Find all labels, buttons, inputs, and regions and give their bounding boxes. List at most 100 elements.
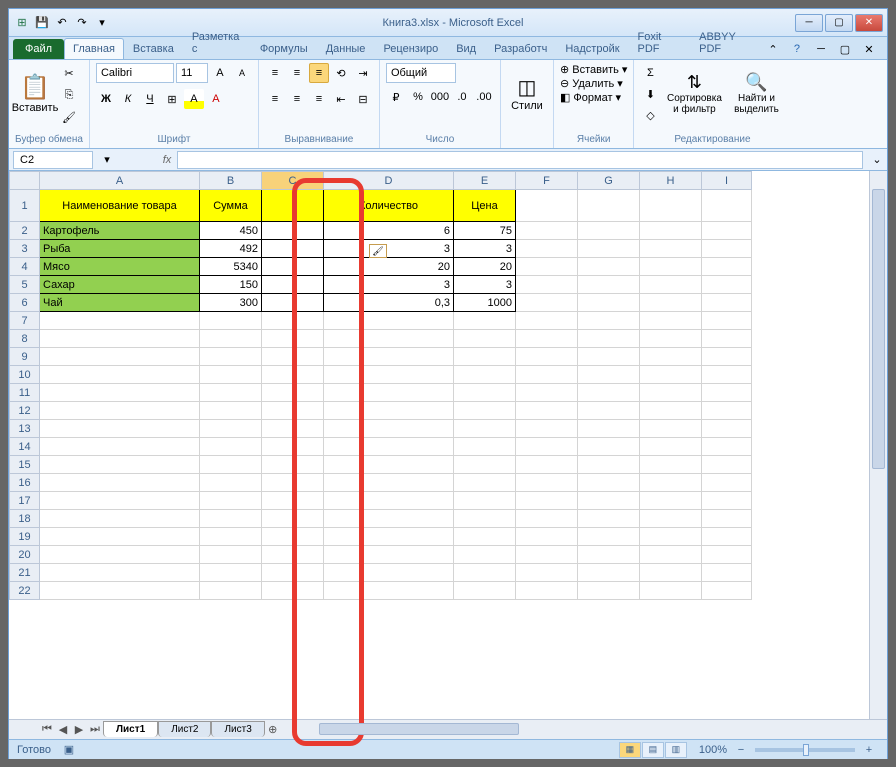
minimize-button[interactable]: ─ <box>795 14 823 32</box>
doc-restore-icon[interactable]: ▢ <box>835 39 855 59</box>
save-button[interactable]: 💾 <box>33 14 51 32</box>
cell-D3[interactable]: 3 <box>324 240 454 258</box>
row-header-9[interactable]: 9 <box>10 348 40 366</box>
cell-G20[interactable] <box>578 546 640 564</box>
clear-button[interactable]: ◇ <box>640 105 660 125</box>
cell-B4[interactable]: 5340 <box>200 258 262 276</box>
cell-H19[interactable] <box>640 528 702 546</box>
cell-C11[interactable] <box>262 384 324 402</box>
align-bottom-button[interactable]: ≡ <box>309 63 329 83</box>
cell-F1[interactable] <box>516 190 578 222</box>
cell-F21[interactable] <box>516 564 578 582</box>
cell-F20[interactable] <box>516 546 578 564</box>
cell-H14[interactable] <box>640 438 702 456</box>
cell-G13[interactable] <box>578 420 640 438</box>
cell-A13[interactable] <box>40 420 200 438</box>
tab-review[interactable]: Рецензиро <box>374 38 447 59</box>
formula-input[interactable] <box>177 151 863 169</box>
fill-color-button[interactable]: A <box>184 89 204 109</box>
view-pagebreak-button[interactable]: ▥ <box>665 742 687 758</box>
cell-I16[interactable] <box>702 474 752 492</box>
cell-I20[interactable] <box>702 546 752 564</box>
cell-C8[interactable] <box>262 330 324 348</box>
cell-B9[interactable] <box>200 348 262 366</box>
font-color-button[interactable]: A <box>206 89 226 109</box>
cell-G4[interactable] <box>578 258 640 276</box>
cell-G17[interactable] <box>578 492 640 510</box>
cell-B17[interactable] <box>200 492 262 510</box>
cell-G7[interactable] <box>578 312 640 330</box>
cell-E21[interactable] <box>454 564 516 582</box>
border-button[interactable]: ⊞ <box>162 89 182 109</box>
cell-F17[interactable] <box>516 492 578 510</box>
cell-H12[interactable] <box>640 402 702 420</box>
cell-D7[interactable] <box>324 312 454 330</box>
sheet-nav-prev[interactable]: ◀ <box>55 722 71 738</box>
cell-H10[interactable] <box>640 366 702 384</box>
cell-C12[interactable] <box>262 402 324 420</box>
cell-E18[interactable] <box>454 510 516 528</box>
cell-E14[interactable] <box>454 438 516 456</box>
name-box[interactable]: C2 <box>13 151 93 169</box>
cell-C20[interactable] <box>262 546 324 564</box>
row-header-12[interactable]: 12 <box>10 402 40 420</box>
bold-button[interactable]: Ж <box>96 89 116 109</box>
cell-H20[interactable] <box>640 546 702 564</box>
cell-D10[interactable] <box>324 366 454 384</box>
cell-E12[interactable] <box>454 402 516 420</box>
cell-C18[interactable] <box>262 510 324 528</box>
cell-A12[interactable] <box>40 402 200 420</box>
font-size-select[interactable]: 11 <box>176 63 208 83</box>
align-middle-button[interactable]: ≡ <box>287 63 307 83</box>
cell-H3[interactable] <box>640 240 702 258</box>
cell-C10[interactable] <box>262 366 324 384</box>
vertical-scrollbar[interactable] <box>869 171 887 719</box>
cell-A6[interactable]: Чай <box>40 294 200 312</box>
cell-D13[interactable] <box>324 420 454 438</box>
cell-C22[interactable] <box>262 582 324 600</box>
cell-A17[interactable] <box>40 492 200 510</box>
row-header-8[interactable]: 8 <box>10 330 40 348</box>
cell-B16[interactable] <box>200 474 262 492</box>
sheet-nav-last[interactable]: ⏭ <box>87 722 103 738</box>
row-header-21[interactable]: 21 <box>10 564 40 582</box>
cell-I17[interactable] <box>702 492 752 510</box>
tab-abbyy[interactable]: ABBYY PDF <box>690 26 763 59</box>
cell-B20[interactable] <box>200 546 262 564</box>
cell-H21[interactable] <box>640 564 702 582</box>
cell-F18[interactable] <box>516 510 578 528</box>
cell-F22[interactable] <box>516 582 578 600</box>
cell-A8[interactable] <box>40 330 200 348</box>
cell-C16[interactable] <box>262 474 324 492</box>
cell-E9[interactable] <box>454 348 516 366</box>
close-button[interactable]: ✕ <box>855 14 883 32</box>
cell-E16[interactable] <box>454 474 516 492</box>
cell-D5[interactable]: 3 <box>324 276 454 294</box>
cell-C17[interactable] <box>262 492 324 510</box>
sheet-tab-1[interactable]: Лист1 <box>103 721 158 737</box>
cell-F11[interactable] <box>516 384 578 402</box>
tab-formulas[interactable]: Формулы <box>251 38 317 59</box>
cell-B11[interactable] <box>200 384 262 402</box>
italic-button[interactable]: К <box>118 89 138 109</box>
cell-A20[interactable] <box>40 546 200 564</box>
cell-C15[interactable] <box>262 456 324 474</box>
cell-I7[interactable] <box>702 312 752 330</box>
cell-F9[interactable] <box>516 348 578 366</box>
cell-I3[interactable] <box>702 240 752 258</box>
row-header-10[interactable]: 10 <box>10 366 40 384</box>
autosum-button[interactable]: Σ <box>640 63 660 83</box>
cell-B19[interactable] <box>200 528 262 546</box>
cell-D21[interactable] <box>324 564 454 582</box>
cell-I9[interactable] <box>702 348 752 366</box>
cell-C7[interactable] <box>262 312 324 330</box>
wrap-text-button[interactable]: ⇥ <box>353 63 373 83</box>
cell-D2[interactable]: 6 <box>324 222 454 240</box>
cell-I2[interactable] <box>702 222 752 240</box>
cell-F6[interactable] <box>516 294 578 312</box>
maximize-button[interactable]: ▢ <box>825 14 853 32</box>
delete-cells-button[interactable]: ⊖ Удалить ▾ <box>560 77 623 90</box>
col-header-E[interactable]: E <box>454 172 516 190</box>
scrollbar-thumb[interactable] <box>872 189 885 469</box>
cell-D20[interactable] <box>324 546 454 564</box>
